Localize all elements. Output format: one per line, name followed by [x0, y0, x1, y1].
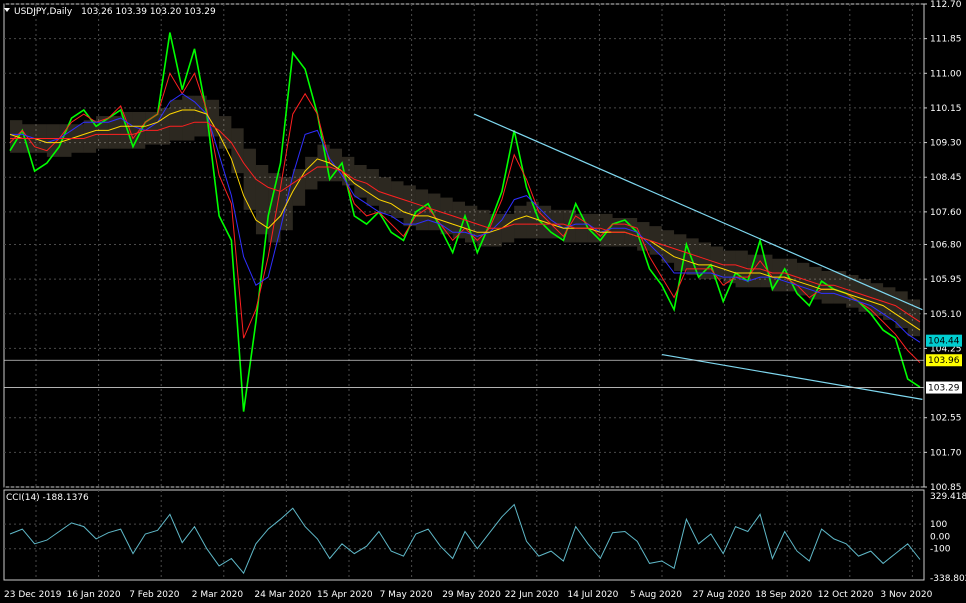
- time-axis: 23 Dec 2019 16 Jan 2020 7 Feb 2020 2 Mar 20…: [4, 590, 933, 600]
- y-tick-label: 105.95: [930, 275, 962, 285]
- cci-tick-label: -338.802: [930, 574, 966, 584]
- x-tick-label: 23 Dec 2019: [4, 590, 62, 600]
- x-tick-label: 15 Apr 2020: [317, 590, 373, 600]
- cci-tick-label: 100: [930, 520, 947, 530]
- cloud-segment: [391, 181, 404, 218]
- price-tags: 104.44 103.96 103.29: [926, 334, 962, 394]
- x-tick-label: 7 Feb 2020: [129, 590, 180, 600]
- cloud-segment: [698, 242, 711, 280]
- cloud-segment: [108, 116, 121, 149]
- cci-tick-label: 0.00: [930, 532, 950, 542]
- y-tick-label: 110.15: [930, 104, 962, 114]
- cloud-segment: [378, 177, 392, 214]
- cloud-segment: [169, 99, 183, 141]
- x-tick-label: 14 Jul 2020: [567, 590, 618, 600]
- horizontal-lines: [4, 359, 924, 388]
- cloud-segment: [501, 213, 515, 243]
- y-tick-label: 108.45: [930, 173, 962, 183]
- y-tick-label: 111.85: [930, 35, 962, 45]
- y-tick-label: 111.00: [930, 69, 962, 79]
- chart-symbol: USDJPY,Daily: [14, 7, 73, 17]
- x-tick-label: 24 Mar 2020: [254, 590, 311, 600]
- x-tick-label: 22 Jun 2020: [505, 590, 559, 600]
- chart-canvas: 112.70 111.85 111.00 110.15 109.30 108.45 107.…: [3, 0, 966, 600]
- cloud-segment: [735, 250, 748, 288]
- y-tick-label: 105.10: [930, 310, 962, 320]
- y-tick-label: 109.30: [930, 139, 962, 149]
- x-tick-label: 16 Jan 2020: [67, 590, 121, 600]
- cloud-segment: [243, 148, 256, 210]
- price-axis: 112.70 111.85 111.00 110.15 109.30 108.45 107.…: [924, 0, 966, 584]
- cci-tick-label: -100: [930, 545, 951, 555]
- chart-ohlc: 103.26 103.39 103.20 103.29: [81, 7, 216, 17]
- cloud-segment: [305, 156, 318, 190]
- price-tag-label: 103.29: [928, 384, 960, 394]
- collapse-triangle-icon[interactable]: [4, 8, 10, 12]
- cloud-segment: [465, 205, 478, 243]
- cci-panel-border: [3, 489, 925, 581]
- trendline: [661, 353, 923, 400]
- chart-frame: [3, 3, 925, 581]
- cci-series: [4, 503, 924, 575]
- x-tick-label: 7 May 2020: [380, 590, 433, 600]
- cloud-segment: [514, 205, 527, 239]
- x-tick-label: 27 Aug 2020: [693, 590, 751, 600]
- cloud-segment: [231, 128, 244, 174]
- x-tick-label: 3 Nov 2020: [880, 590, 932, 600]
- cloud-segment: [182, 95, 195, 141]
- price-tag-label: 103.96: [928, 356, 960, 366]
- y-tick-label: 102.55: [930, 414, 962, 424]
- x-tick-label: 12 Oct 2020: [818, 590, 874, 600]
- x-tick-label: 5 Aug 2020: [630, 590, 682, 600]
- x-tick-label: 18 Sep 2020: [755, 590, 812, 600]
- cloud-segment: [403, 185, 416, 227]
- price-tag-label: 104.44: [928, 337, 960, 347]
- cci-line: [9, 503, 921, 575]
- symbol-title: USDJPY,Daily 103.26 103.39 103.20 103.29: [14, 7, 216, 17]
- main-panel-border: [3, 3, 925, 488]
- cci-label: CCI(14) -188.1376: [6, 493, 89, 503]
- y-tick-label: 107.60: [930, 208, 962, 218]
- cloud-segment: [157, 107, 170, 145]
- x-tick-label: 29 May 2020: [442, 590, 501, 600]
- y-tick-label: 106.80: [930, 240, 962, 250]
- y-tick-label: 101.70: [930, 448, 962, 458]
- x-tick-label: 2 Mar 2020: [192, 590, 244, 600]
- cloud-segment: [686, 238, 699, 276]
- cloud-segment: [96, 116, 109, 149]
- y-tick-label: 112.70: [930, 0, 962, 10]
- cloud-segment: [145, 112, 158, 145]
- cci-tick-label: 329.4185: [930, 492, 966, 502]
- grid-lines: [4, 3, 924, 580]
